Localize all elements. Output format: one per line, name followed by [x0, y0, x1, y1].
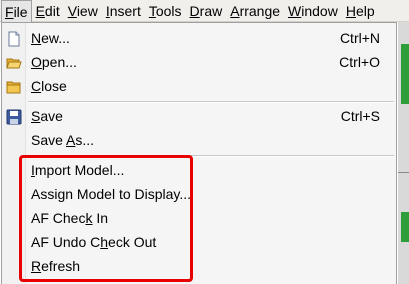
menu-edit[interactable]: Edit	[32, 0, 64, 22]
menu-item-save-as[interactable]: Save As...	[2, 129, 396, 153]
menu-item-new[interactable]: New... Ctrl+N	[2, 27, 396, 51]
open-folder-icon	[6, 55, 22, 71]
close-folder-icon	[6, 79, 22, 95]
shortcut-label: Ctrl+N	[339, 30, 380, 46]
menu-arrange[interactable]: Arrange	[226, 0, 284, 22]
background-panel-green	[401, 44, 409, 104]
menu-separator	[28, 101, 394, 103]
menu-item-assign-model-to-display[interactable]: Assign Model to Display...	[2, 183, 396, 207]
menu-bar: File Edit View Insert Tools Draw Arrange…	[0, 0, 409, 22]
menu-insert[interactable]: Insert	[102, 0, 145, 22]
menu-item-af-undo-check-out[interactable]: AF Undo Check Out	[2, 231, 396, 255]
background-window	[398, 22, 409, 284]
menu-tools[interactable]: Tools	[145, 0, 186, 22]
menu-file[interactable]: File	[1, 0, 32, 22]
shortcut-label: Ctrl+S	[340, 108, 380, 124]
menu-draw[interactable]: Draw	[186, 0, 227, 22]
menu-separator	[28, 155, 394, 157]
menu-item-af-check-in[interactable]: AF Check In	[2, 207, 396, 231]
background-divider	[398, 172, 409, 173]
save-disk-icon	[6, 109, 22, 125]
file-menu-dropdown: New... Ctrl+N Open... Ctrl+O Close Save …	[1, 22, 397, 284]
background-panel-green	[401, 212, 409, 242]
menu-item-refresh[interactable]: Refresh	[2, 255, 396, 279]
menu-window[interactable]: Window	[284, 0, 342, 22]
menu-item-close[interactable]: Close	[2, 75, 396, 99]
menu-item-open[interactable]: Open... Ctrl+O	[2, 51, 396, 75]
menu-item-save[interactable]: Save Ctrl+S	[2, 105, 396, 129]
new-document-icon	[6, 31, 22, 47]
shortcut-label: Ctrl+O	[339, 54, 380, 70]
menu-view[interactable]: View	[64, 0, 102, 22]
menu-help[interactable]: Help	[342, 0, 379, 22]
menu-item-import-model[interactable]: Import Model...	[2, 159, 396, 183]
